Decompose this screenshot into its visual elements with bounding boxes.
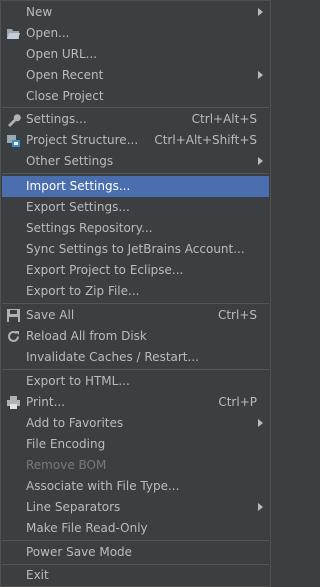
menu-item-invalidate-caches[interactable]: Invalidate Caches / Restart... [2, 347, 269, 368]
menu-item-export-settings-label: Export Settings... [26, 200, 130, 214]
menu-item-power-save-label: Power Save Mode [26, 545, 133, 559]
menu-item-open-recent-label: Open Recent [26, 68, 104, 82]
menu-item-project-structure-label: Project Structure... [26, 133, 139, 147]
submenu-arrow-icon [258, 157, 263, 165]
menu-item-save-all[interactable]: Save All Ctrl+S [2, 305, 269, 326]
menu-item-export-html-label: Export to HTML... [26, 374, 130, 388]
menu-item-import-settings-label: Import Settings... [26, 179, 131, 193]
menu-item-reload-all[interactable]: Reload All from Disk [2, 326, 269, 347]
menu-item-settings-shortcut: Ctrl+Alt+S [191, 112, 257, 126]
menu-item-remove-bom[interactable]: Remove BOM [2, 455, 269, 476]
menu-item-settings-label: Settings... [26, 112, 87, 126]
submenu-arrow-icon [258, 71, 263, 79]
menu-item-add-favorites[interactable]: Add to Favorites [2, 413, 269, 434]
menu-item-exit-label: Exit [26, 568, 49, 582]
menu-separator [2, 369, 269, 370]
menu-separator [2, 540, 269, 541]
menu-item-settings-repository[interactable]: Settings Repository... [2, 218, 269, 239]
submenu-arrow-icon [258, 503, 263, 511]
submenu-arrow-icon [258, 8, 263, 16]
menu-item-invalidate-caches-label: Invalidate Caches / Restart... [26, 350, 199, 364]
menu-item-make-read-only[interactable]: Make File Read-Only [2, 518, 269, 539]
menu-item-add-favorites-label: Add to Favorites [26, 416, 124, 430]
menu-item-close-project-label: Close Project [26, 89, 104, 103]
menu-item-reload-all-label: Reload All from Disk [26, 329, 147, 343]
menu-item-open-recent[interactable]: Open Recent [2, 65, 269, 86]
menu-item-file-encoding[interactable]: File Encoding [2, 434, 269, 455]
folder-open-icon [7, 29, 20, 39]
menu-item-print-shortcut: Ctrl+P [218, 395, 257, 409]
menu-item-associate-file-type[interactable]: Associate with File Type... [2, 476, 269, 497]
menu-item-project-structure-shortcut: Ctrl+Alt+Shift+S [154, 133, 257, 147]
menu-item-line-separators[interactable]: Line Separators [2, 497, 269, 518]
menu-item-settings[interactable]: Settings... Ctrl+Alt+S [2, 109, 269, 130]
menu-item-sync-settings[interactable]: Sync Settings to JetBrains Account... [2, 239, 269, 260]
menu-item-remove-bom-label: Remove BOM [26, 458, 107, 472]
menu-item-print[interactable]: Print... Ctrl+P [2, 392, 269, 413]
menu-item-new-label: New [26, 5, 53, 19]
menu-item-save-all-label: Save All [26, 308, 75, 322]
wrench-icon [8, 114, 21, 127]
menu-item-save-all-shortcut: Ctrl+S [217, 308, 257, 322]
menu-item-open-url-label: Open URL... [26, 47, 98, 61]
menu-item-open[interactable]: Open... [2, 23, 269, 44]
menu-item-open-url[interactable]: Open URL... [2, 44, 269, 65]
menu-item-new[interactable]: New [2, 2, 269, 23]
printer-icon [7, 396, 20, 409]
menu-item-line-separators-label: Line Separators [26, 500, 121, 514]
menu-item-sync-settings-label: Sync Settings to JetBrains Account... [26, 242, 245, 256]
menu-item-project-structure[interactable]: Project Structure... Ctrl+Alt+Shift+S [2, 130, 269, 151]
menu-separator [2, 107, 269, 108]
menu-item-export-zip[interactable]: Export to Zip File... [2, 281, 269, 302]
menu-item-export-zip-label: Export to Zip File... [26, 284, 140, 298]
project-structure-icon [7, 135, 20, 147]
menu-item-export-html[interactable]: Export to HTML... [2, 371, 269, 392]
menu-item-other-settings-label: Other Settings [26, 154, 114, 168]
menu-item-close-project[interactable]: Close Project [2, 86, 269, 107]
reload-icon [8, 330, 19, 342]
menu-item-settings-repository-label: Settings Repository... [26, 221, 153, 235]
menu-item-open-label: Open... [26, 26, 70, 40]
menu-item-file-encoding-label: File Encoding [26, 437, 106, 451]
file-menu: New Open... Open URL... Open Recent Clos… [0, 0, 271, 587]
save-icon [7, 309, 20, 322]
submenu-arrow-icon [258, 419, 263, 427]
menu-item-export-eclipse-label: Export Project to Eclipse... [26, 263, 184, 277]
menu-separator [2, 173, 269, 174]
menu-item-print-label: Print... [26, 395, 66, 409]
menu-item-export-eclipse[interactable]: Export Project to Eclipse... [2, 260, 269, 281]
menu-item-exit[interactable]: Exit [2, 565, 269, 586]
menu-separator [2, 303, 269, 304]
menu-item-import-settings[interactable]: Import Settings... [2, 176, 269, 197]
menu-item-export-settings[interactable]: Export Settings... [2, 197, 269, 218]
menu-item-make-read-only-label: Make File Read-Only [26, 521, 148, 535]
menu-item-other-settings[interactable]: Other Settings [2, 151, 269, 172]
menu-item-associate-file-type-label: Associate with File Type... [26, 479, 180, 493]
menu-item-power-save[interactable]: Power Save Mode [2, 542, 269, 563]
